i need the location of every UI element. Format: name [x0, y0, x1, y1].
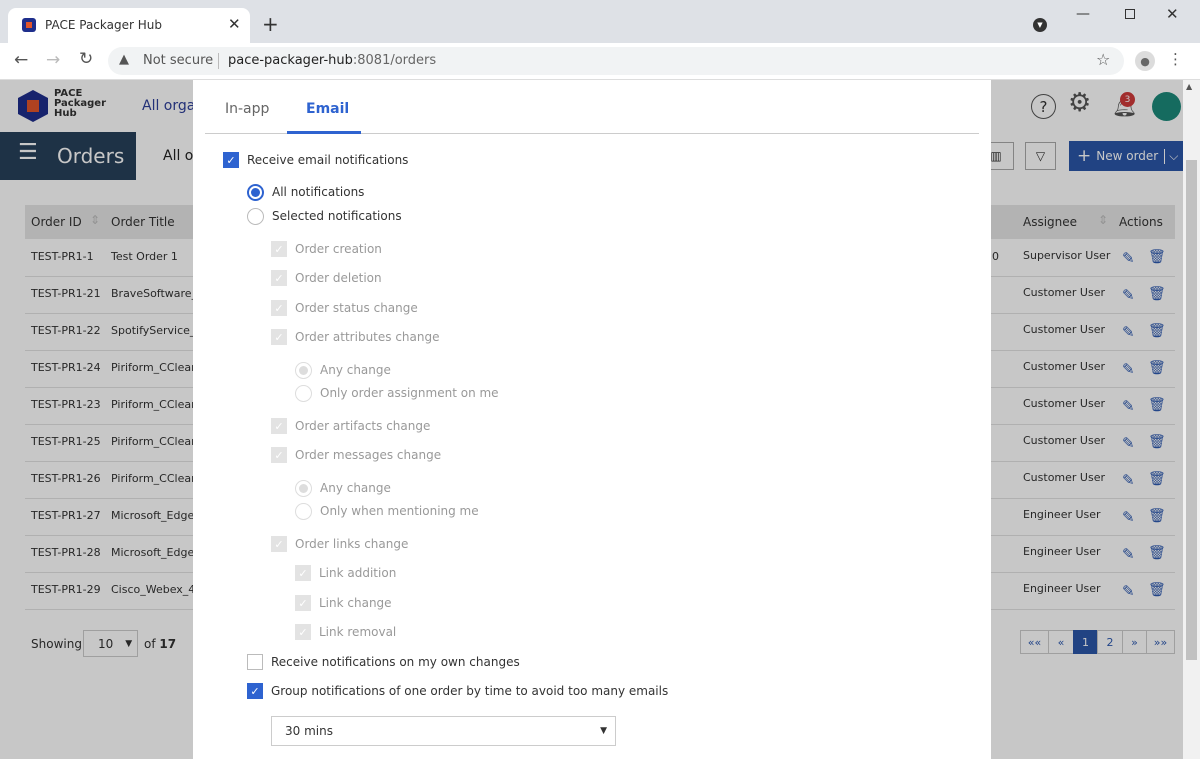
scroll-up-icon[interactable]: ▲: [1186, 82, 1192, 91]
attributes-only-assignment-radio[interactable]: Only order assignment on me: [295, 383, 499, 403]
minimize-icon[interactable]: —: [1076, 6, 1090, 22]
address-bar[interactable]: ▲ Not secure pace-packager-hub:8081/orde…: [108, 47, 1124, 75]
tab-in-app[interactable]: In-app: [225, 101, 269, 117]
divider: [218, 53, 219, 69]
menu-dots-icon[interactable]: ⋮: [1168, 50, 1183, 68]
order-attributes-checkbox[interactable]: ✓ Order attributes change: [271, 327, 440, 347]
url-text: pace-packager-hub:8081/orders: [228, 53, 437, 68]
tab-search-icon[interactable]: ▼: [1033, 18, 1047, 32]
messages-only-mentioning-radio[interactable]: Only when mentioning me: [295, 501, 479, 521]
chevron-down-icon: ▼: [600, 726, 607, 736]
link-change-checkbox[interactable]: ✓ Link change: [295, 593, 392, 613]
group-notifications-checkbox[interactable]: ✓ Group notifications of one order by tim…: [247, 681, 668, 701]
link-removal-checkbox[interactable]: ✓ Link removal: [295, 622, 396, 642]
order-status-checkbox[interactable]: ✓ Order status change: [271, 298, 418, 318]
forward-icon[interactable]: →: [46, 50, 60, 70]
order-links-checkbox[interactable]: ✓ Order links change: [271, 534, 408, 554]
active-tab-indicator: [287, 131, 361, 134]
new-tab-icon[interactable]: +: [262, 12, 279, 36]
browser-tab[interactable]: PACE Packager Hub ✕: [8, 8, 250, 43]
back-icon[interactable]: ←: [14, 50, 28, 70]
reload-icon[interactable]: ↻: [79, 49, 93, 69]
order-messages-checkbox[interactable]: ✓ Order messages change: [271, 445, 441, 465]
not-secure-label: Not secure: [143, 53, 214, 68]
bookmark-star-icon[interactable]: ☆: [1096, 50, 1110, 69]
close-tab-icon[interactable]: ✕: [228, 15, 241, 33]
all-notifications-radio[interactable]: All notifications: [247, 182, 364, 202]
notification-settings-dialog: In-app Email ✓ Receive email notification…: [193, 80, 991, 759]
scrollbar-thumb[interactable]: [1186, 160, 1197, 660]
order-artifacts-checkbox[interactable]: ✓ Order artifacts change: [271, 416, 430, 436]
close-window-icon[interactable]: ✕: [1166, 5, 1179, 23]
tab-title: PACE Packager Hub: [45, 18, 162, 32]
link-addition-checkbox[interactable]: ✓ Link addition: [295, 563, 396, 583]
selected-notifications-radio[interactable]: Selected notifications: [247, 206, 402, 226]
order-creation-checkbox[interactable]: ✓ Order creation: [271, 239, 382, 259]
favicon-icon: [22, 18, 36, 32]
profile-icon[interactable]: ●: [1135, 51, 1155, 71]
own-changes-checkbox[interactable]: Receive notifications on my own changes: [247, 652, 520, 672]
receive-email-checkbox[interactable]: ✓ Receive email notifications: [223, 150, 408, 170]
group-interval-select[interactable]: 30 mins ▼: [271, 716, 616, 746]
warning-icon: ▲: [119, 52, 129, 67]
tab-email[interactable]: Email: [306, 101, 349, 117]
attributes-any-change-radio[interactable]: Any change: [295, 360, 391, 380]
maximize-icon[interactable]: [1125, 9, 1135, 19]
messages-any-change-radio[interactable]: Any change: [295, 478, 391, 498]
order-deletion-checkbox[interactable]: ✓ Order deletion: [271, 268, 382, 288]
